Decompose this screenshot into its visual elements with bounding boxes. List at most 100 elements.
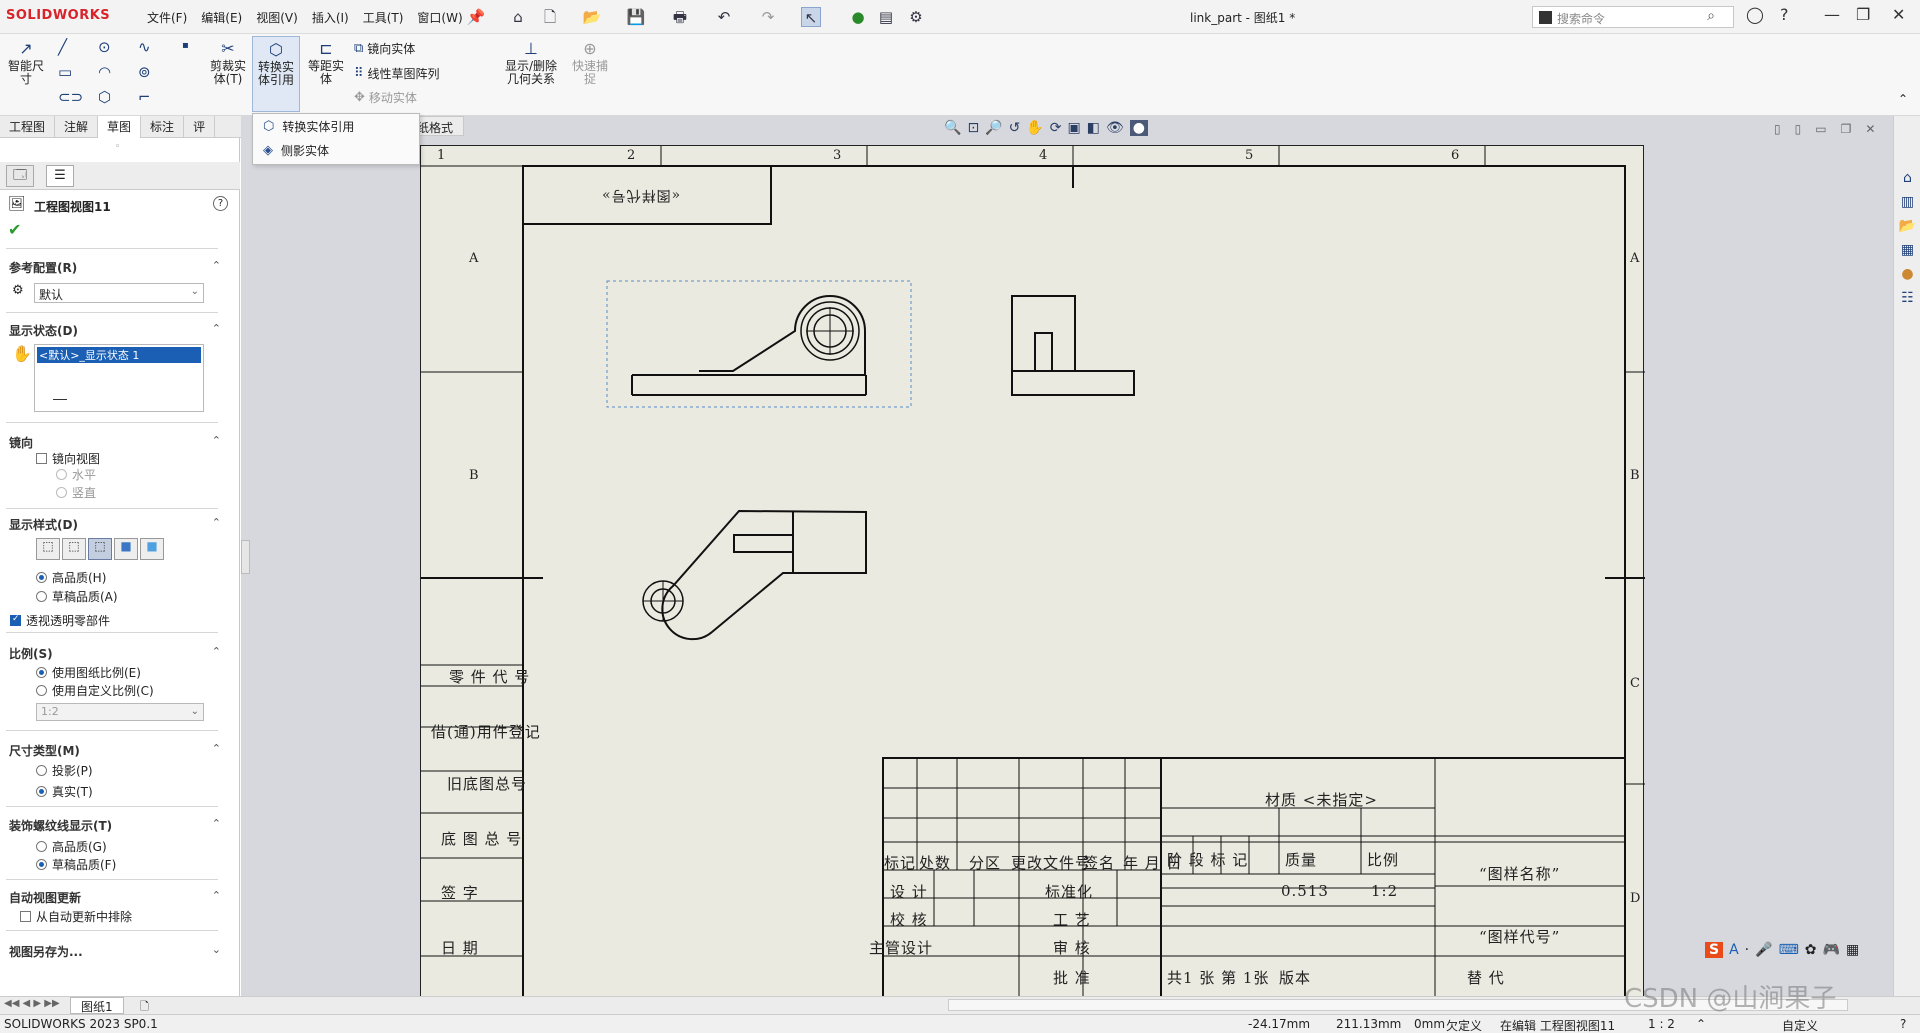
tab-markup[interactable]: 标注 [141, 116, 185, 138]
pin-icon[interactable]: 📌 [466, 7, 486, 27]
mirror-entities-button[interactable]: ⧉ 镜向实体 [354, 40, 415, 57]
close-icon[interactable]: ✕ [1892, 5, 1905, 24]
ellipse-icon[interactable]: ⊚ [138, 63, 151, 81]
rectangle-icon[interactable]: ▭ [58, 63, 72, 81]
home-icon[interactable]: ⌂ [508, 7, 528, 27]
ime-keyboard-icon[interactable]: ⌨ [1779, 942, 1799, 958]
circle-icon[interactable]: ⊙ [98, 38, 111, 56]
high-quality-radio[interactable]: 高品质(H) [36, 569, 106, 586]
open-folder-icon[interactable]: 📂 [582, 7, 602, 27]
design-library-icon[interactable]: ▥ [1898, 194, 1917, 213]
chevron-down-icon[interactable]: ⌄ [212, 943, 221, 956]
mirror-view-checkbox[interactable]: 镜向视图 [36, 450, 100, 467]
shaded-with-edges-icon[interactable]: ■ [114, 538, 138, 560]
custom-properties-icon[interactable]: ☷ [1898, 290, 1917, 309]
rebuild-icon[interactable]: ● [848, 7, 868, 27]
viewport-single-icon[interactable]: ▭ [1815, 122, 1826, 136]
scale-status[interactable]: 1 : 2 [1648, 1017, 1675, 1031]
draft-quality-radio[interactable]: 草稿品质(A) [36, 588, 118, 605]
shaded-icon[interactable]: ■ [140, 538, 164, 560]
save-view-as-label[interactable]: 视图另存为... [9, 943, 83, 960]
viewport-restore-icon[interactable]: ❐ [1841, 122, 1852, 136]
ime-toolbox-icon[interactable]: ▦ [1846, 942, 1859, 958]
previous-view-icon[interactable]: ↺ [1009, 120, 1021, 136]
appearance-icon[interactable]: ● [1129, 120, 1148, 136]
menu-insert[interactable]: 插入(I) [305, 9, 356, 26]
solidworks-resources-icon[interactable]: ⌂ [1898, 170, 1917, 189]
hide-show-icon[interactable]: 👁 [1106, 120, 1124, 136]
view-orientation-icon[interactable]: ◧ [1087, 120, 1100, 136]
zoom-to-fit-icon[interactable]: 🔍 [944, 120, 961, 136]
collapse-ribbon-icon[interactable]: ⌃ [1898, 92, 1908, 106]
zoom-to-area-icon[interactable]: ⊡ [967, 120, 979, 136]
display-state-list[interactable]: <默认>_显示状态 1 [34, 344, 204, 412]
chevron-up-icon[interactable]: ⌃ [212, 645, 221, 658]
chevron-up-icon[interactable]: ⌃ [212, 322, 221, 335]
search-commands-input[interactable]: 搜索命令 ⌕ [1532, 6, 1734, 28]
line-icon[interactable]: ╱ [58, 38, 67, 56]
menu-file[interactable]: 文件(F) [140, 9, 194, 26]
trim-entities-button[interactable]: ✂ 剪裁实体(T) [206, 40, 250, 86]
hidden-lines-visible-icon[interactable]: ⬚ [62, 538, 86, 560]
panel-grip-icon[interactable]: ◦ [115, 142, 120, 152]
menu-view[interactable]: 视图(V) [249, 9, 305, 26]
chevron-up-icon[interactable]: ⌃ [212, 434, 221, 447]
chevron-up-icon[interactable]: ⌃ [212, 516, 221, 529]
feature-manager-tab-icon[interactable]: 🗔 [6, 165, 34, 187]
offset-entities-button[interactable]: ⊏ 等距实体 [304, 40, 348, 86]
viewport-tile-icon[interactable]: ▯ [1774, 122, 1781, 136]
mirror-vertical-radio[interactable]: 竖直 [56, 484, 96, 501]
file-properties-icon[interactable]: ▤ [876, 7, 896, 27]
use-custom-scale-radio[interactable]: 使用自定义比例(C) [36, 682, 154, 699]
tab-drawing[interactable]: 工程图 [0, 116, 56, 138]
property-manager-tab-icon[interactable]: ☰ [46, 165, 74, 187]
search-icon[interactable]: ⌕ [1707, 8, 1715, 24]
ime-game-icon[interactable]: 🎮 [1823, 942, 1840, 958]
display-delete-relations-button[interactable]: ⊥ 显示/删除几何关系 [500, 40, 562, 86]
sogou-ime-icon[interactable]: S [1705, 942, 1724, 958]
3d-view-icon[interactable]: ▣ [1068, 120, 1081, 136]
ok-checkmark-icon[interactable]: ✔ [8, 220, 21, 239]
minimize-icon[interactable]: — [1824, 5, 1840, 24]
chevron-up-icon[interactable]: ⌃ [212, 889, 221, 902]
scale-menu-icon[interactable]: ⌃ [1696, 1017, 1706, 1031]
help-icon[interactable]: ? [213, 196, 228, 211]
ime-language-icon[interactable]: A [1729, 942, 1739, 958]
custom-scale-select[interactable]: 1:2 ⌄ [36, 703, 204, 721]
support-icon[interactable]: ? [1900, 1017, 1906, 1031]
sheet-tab-1[interactable]: 图纸1 [70, 997, 124, 1014]
restore-icon[interactable]: ❐ [1856, 5, 1870, 24]
viewport-close-icon[interactable]: ✕ [1865, 122, 1875, 136]
hidden-lines-removed-icon[interactable]: ⬚ [88, 538, 112, 560]
ime-skin-icon[interactable]: ✿ [1805, 942, 1817, 958]
redo-icon[interactable]: ↷ [758, 7, 778, 27]
true-dimension-radio[interactable]: 真实(T) [36, 783, 93, 800]
convert-entities-button[interactable]: ⬡ 转换实体引用 [252, 36, 300, 112]
panel-collapse-handle[interactable] [241, 540, 250, 574]
spline-icon[interactable]: ∿ [138, 38, 151, 56]
rotate-icon[interactable]: ⟳ [1050, 120, 1062, 136]
ime-voice-icon[interactable]: 🎤 [1755, 942, 1772, 958]
file-explorer-icon[interactable]: 📂 [1898, 218, 1917, 237]
tab-evaluate[interactable]: 评 [184, 116, 216, 138]
linear-sketch-pattern-button[interactable]: ⠿ 线性草图阵列 [354, 65, 440, 82]
ime-punctuation-icon[interactable]: · [1745, 942, 1749, 958]
save-icon[interactable]: 💾 [626, 7, 646, 27]
use-sheet-scale-radio[interactable]: 使用图纸比例(E) [36, 664, 141, 681]
options-gear-icon[interactable]: ⚙ [906, 7, 926, 27]
point-icon[interactable]: ▪ [182, 40, 189, 51]
transparent-components-checkbox[interactable]: 透视透明零部件 [10, 612, 110, 629]
reference-configuration-select[interactable]: 默认 ⌄ [34, 283, 204, 303]
viewport-split-icon[interactable]: ▯ [1795, 122, 1802, 136]
quick-snaps-button[interactable]: ⊕ 快速捕捉 [568, 40, 612, 86]
chevron-up-icon[interactable]: ⌃ [212, 817, 221, 830]
projected-dimension-radio[interactable]: 投影(P) [36, 762, 93, 779]
display-state-item[interactable]: <默认>_显示状态 1 [37, 347, 201, 363]
sheet-nav-arrows-icon[interactable]: ◀◀ ◀ ▶ ▶▶ [4, 998, 60, 1009]
menu-window[interactable]: 窗口(W) [410, 9, 469, 26]
move-entities-button[interactable]: ✥ 移动实体 [354, 89, 417, 106]
menu-tools[interactable]: 工具(T) [356, 9, 411, 26]
user-account-icon[interactable]: ◯ [1746, 5, 1764, 24]
fillet-icon[interactable]: ⌐ [138, 88, 151, 106]
pan-icon[interactable]: ✋ [1026, 120, 1043, 136]
